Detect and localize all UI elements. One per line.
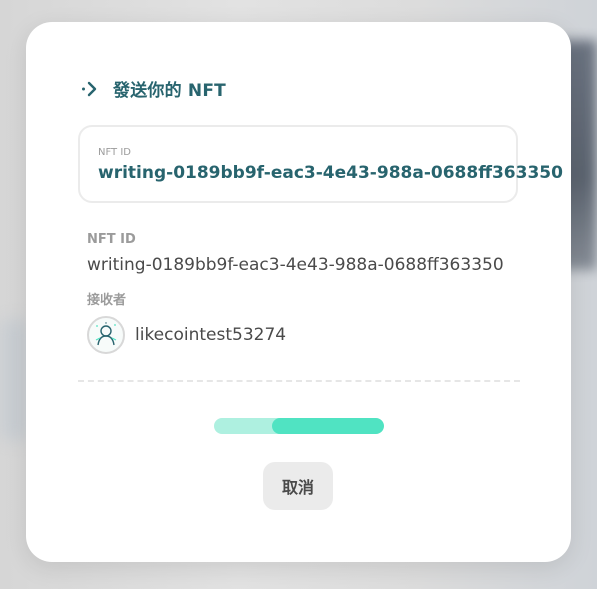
- cancel-button[interactable]: 取消: [263, 462, 333, 510]
- user-avatar-icon: [87, 316, 125, 354]
- transfer-summary: NFT ID writing-0189bb9f-eac3-4e43-988a-0…: [87, 232, 519, 354]
- dialog-title: 發送你的 NFT: [113, 81, 226, 101]
- send-nft-dialog: 發送你的 NFT NFT ID writing-0189bb9f-eac3-4e…: [26, 22, 571, 562]
- progress-bar: [214, 418, 384, 434]
- summary-nft-id-value: writing-0189bb9f-eac3-4e43-988a-0688ff36…: [87, 255, 504, 275]
- summary-nft-id-label: NFT ID: [87, 232, 136, 247]
- nft-id-field[interactable]: NFT ID writing-0189bb9f-eac3-4e43-988a-0…: [78, 125, 563, 203]
- dialog-header: 發送你的 NFT: [81, 76, 226, 101]
- nft-id-field-label: NFT ID: [98, 147, 131, 158]
- receiver-row: likecointest53274: [87, 316, 519, 354]
- receiver-name: likecointest53274: [135, 325, 287, 345]
- nft-id-field-value[interactable]: writing-0189bb9f-eac3-4e43-988a-0688ff36…: [98, 163, 563, 183]
- progress-bar-fill: [271, 418, 384, 434]
- dashed-divider: [78, 380, 520, 382]
- send-arrow-icon: [81, 80, 99, 98]
- receiver-label: 接收者: [87, 293, 127, 308]
